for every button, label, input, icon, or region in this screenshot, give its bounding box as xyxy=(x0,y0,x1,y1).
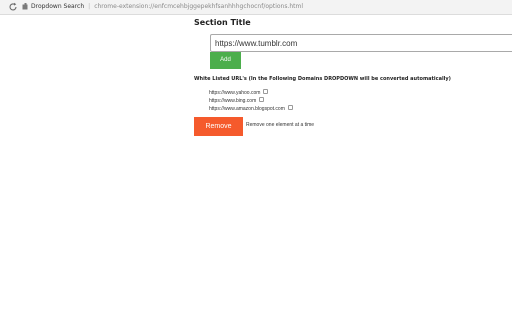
site-name: Dropdown Search xyxy=(31,3,85,10)
remove-button[interactable]: Remove xyxy=(194,117,243,136)
browser-toolbar: Dropdown Search | chrome-extension://enfcm… xyxy=(0,0,512,15)
remove-hint: Remove one element at a time xyxy=(246,122,315,128)
domain-label: https://www.bing.com xyxy=(209,98,257,104)
whitelist-domain-list: https://www.yahoo.com https://www.bing.c… xyxy=(209,89,293,113)
url-input[interactable] xyxy=(210,34,512,52)
page: Dropdown Search | chrome-extension://enfcm… xyxy=(0,0,512,320)
domain-checkbox[interactable] xyxy=(287,105,293,111)
list-item: https://www.yahoo.com xyxy=(209,89,293,97)
domain-label: https://www.yahoo.com xyxy=(209,90,261,96)
list-item: https://www.amazon.blogspot.com xyxy=(209,105,293,113)
address-separator: | xyxy=(88,3,91,10)
reload-icon[interactable] xyxy=(8,2,18,12)
url-text: chrome-extension://enfcmcehbjggepekhfsan… xyxy=(94,3,304,10)
list-item: https://www.bing.com xyxy=(209,97,293,105)
domain-checkbox[interactable] xyxy=(259,97,265,103)
domain-label: https://www.amazon.blogspot.com xyxy=(209,106,285,112)
whitelist-heading: White Listed URL's (In the Following Dom… xyxy=(194,76,451,82)
extension-icon xyxy=(22,2,29,10)
add-button[interactable]: Add xyxy=(210,52,241,69)
address-bar[interactable]: Dropdown Search | chrome-extension://enfcm… xyxy=(22,1,508,13)
domain-checkbox[interactable] xyxy=(263,89,269,95)
section-title: Section Title xyxy=(194,18,251,27)
